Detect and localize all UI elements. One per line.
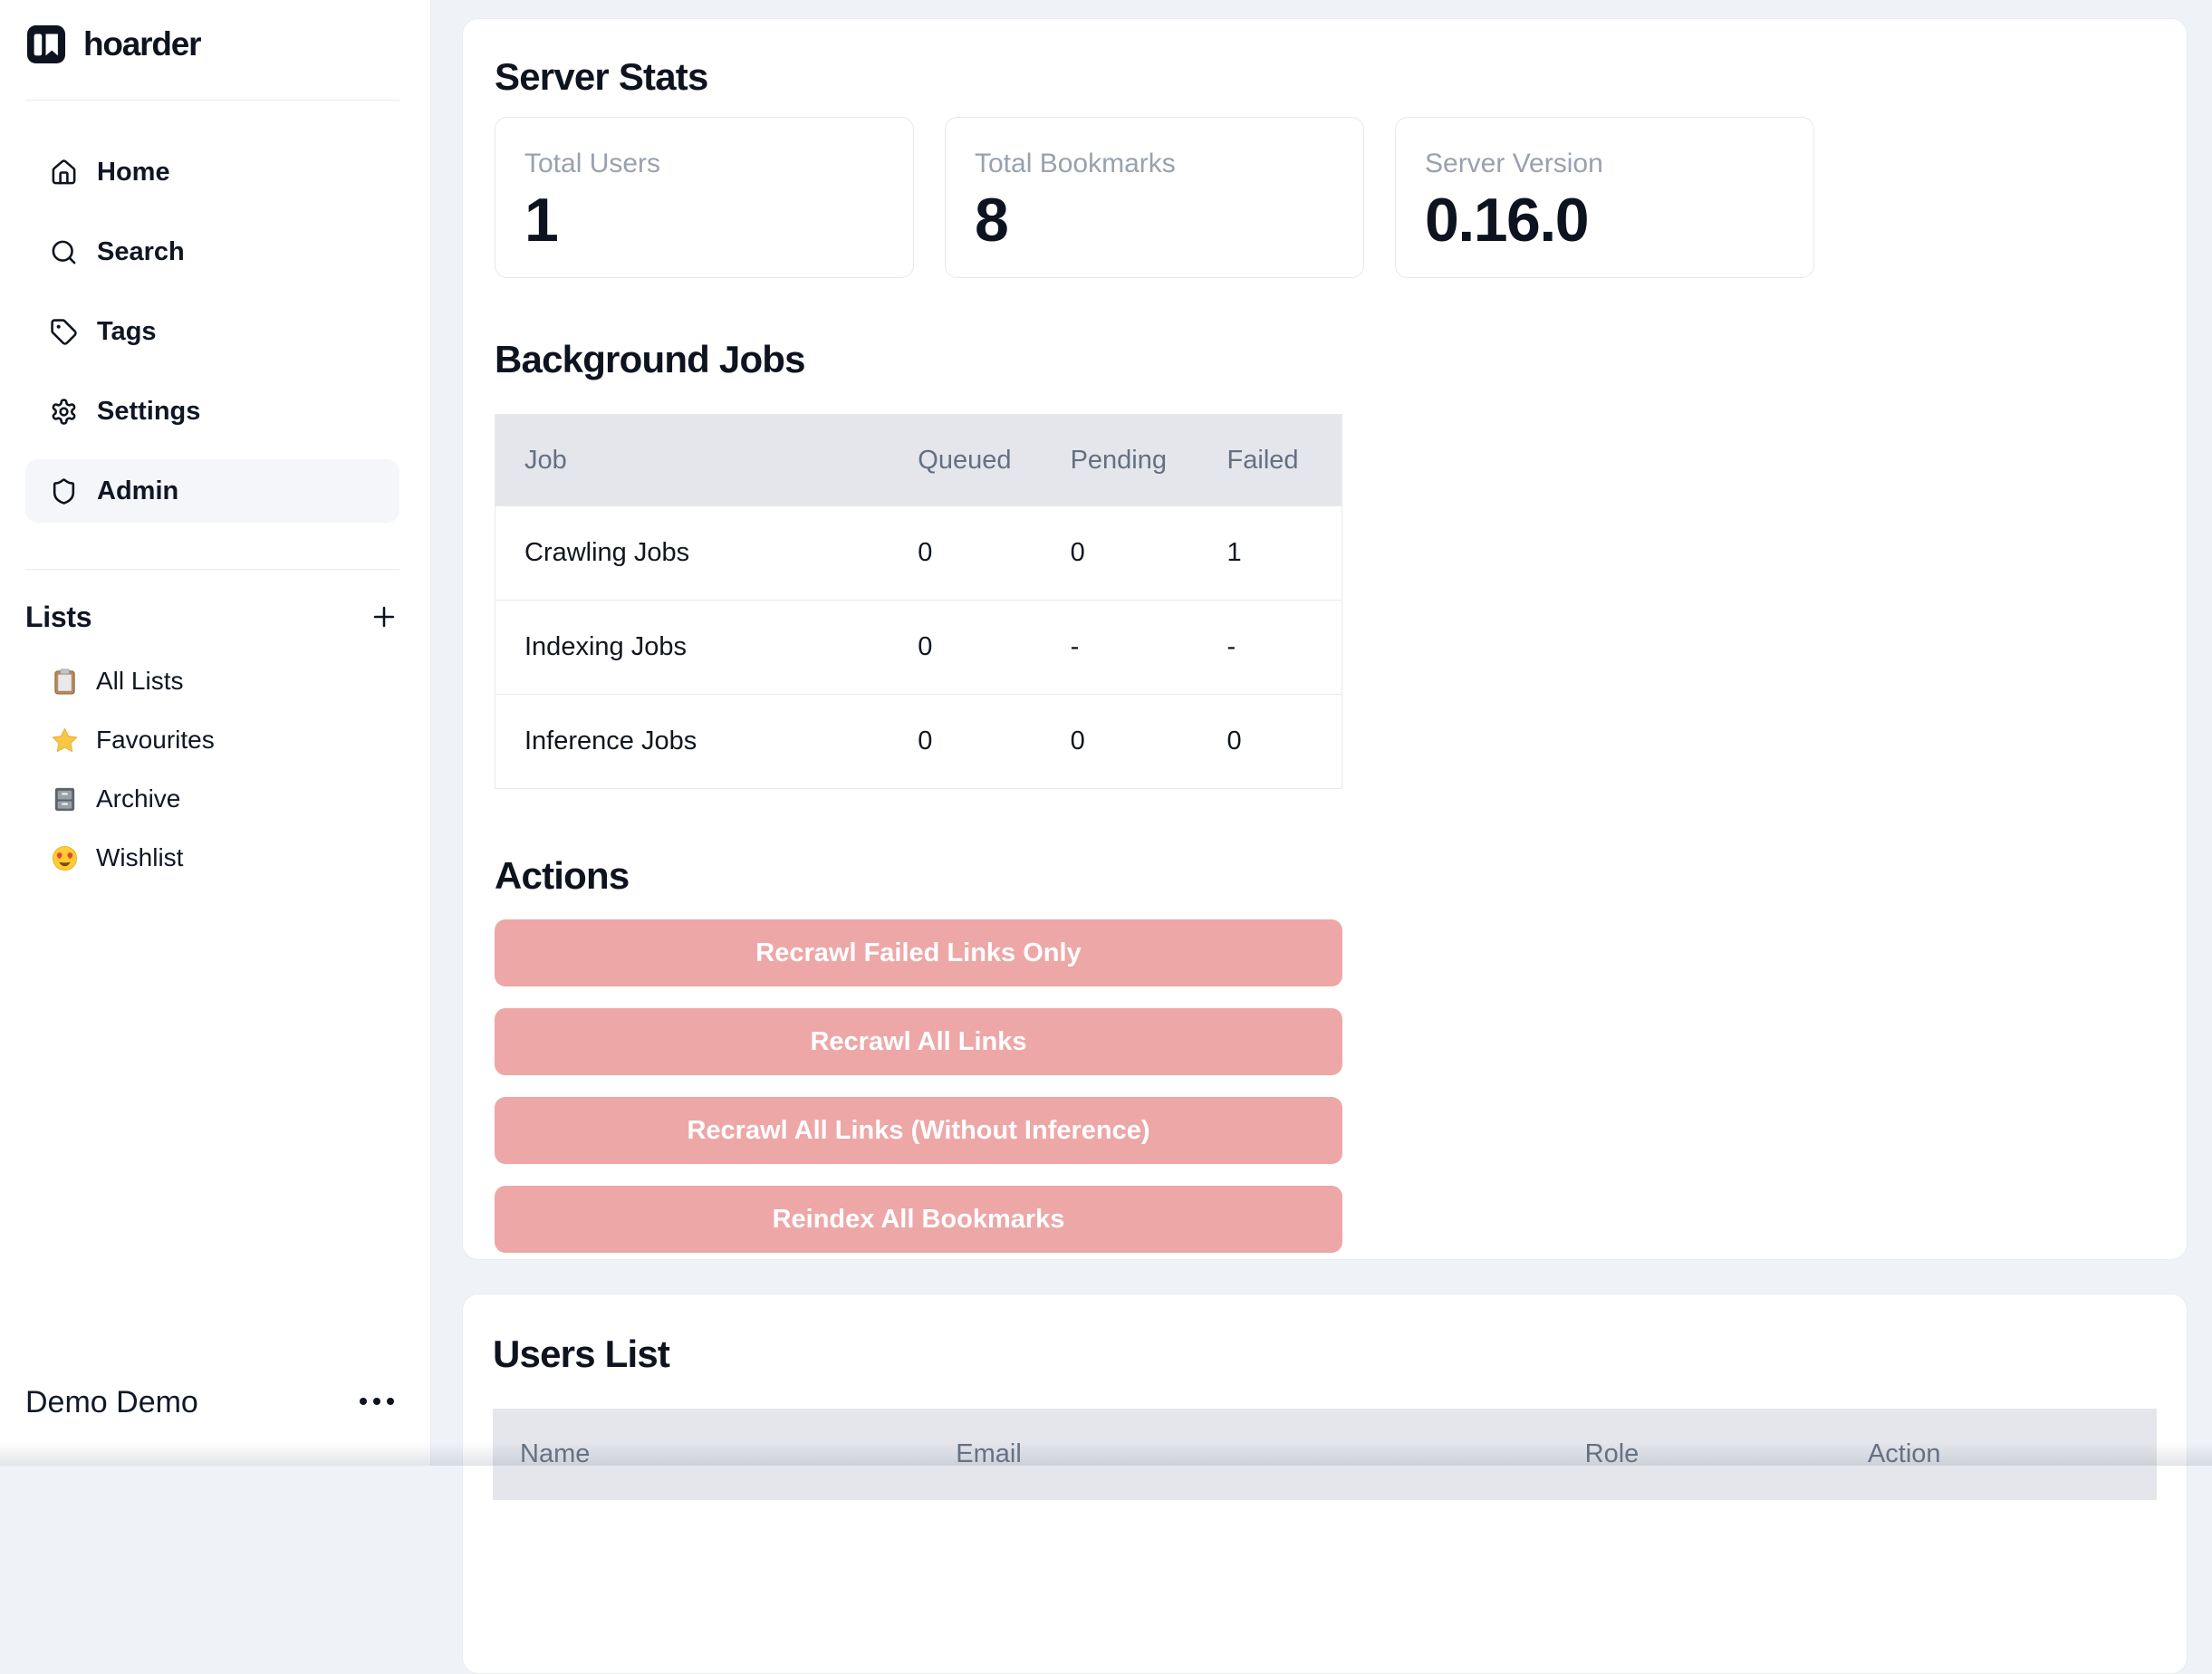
app-logo[interactable]: hoarder bbox=[27, 25, 399, 63]
sidebar-divider-top bbox=[25, 100, 399, 101]
user-menu-button[interactable] bbox=[354, 1396, 399, 1409]
failed-cell: 1 bbox=[1198, 506, 1342, 601]
queued-cell: 0 bbox=[889, 601, 1041, 695]
column-header-job: Job bbox=[495, 415, 890, 506]
pending-cell: 0 bbox=[1042, 695, 1198, 789]
list-item-archive[interactable]: Archive bbox=[25, 778, 399, 820]
recrawl-failed-links-button[interactable]: Recrawl Failed Links Only bbox=[495, 919, 1342, 986]
job-name-cell: Indexing Jobs bbox=[495, 601, 890, 695]
column-header-role: Role bbox=[1558, 1409, 1841, 1500]
server-stats-row: Total Users 1 Total Bookmarks 8 Server V… bbox=[495, 117, 2155, 278]
table-header-row: Job Queued Pending Failed bbox=[495, 415, 1342, 506]
recrawl-all-links-without-inference-button[interactable]: Recrawl All Links (Without Inference) bbox=[495, 1097, 1342, 1164]
recrawl-all-links-button[interactable]: Recrawl All Links bbox=[495, 1008, 1342, 1075]
stat-value: 1 bbox=[524, 185, 913, 255]
user-row: Demo Demo bbox=[25, 1381, 399, 1424]
list-item-label: All Lists bbox=[96, 667, 183, 696]
list-item-label: Archive bbox=[96, 784, 180, 813]
table-row: Crawling Jobs 0 0 1 bbox=[495, 506, 1342, 601]
stat-card-server-version: Server Version 0.16.0 bbox=[1395, 117, 1814, 278]
pending-cell: 0 bbox=[1042, 506, 1198, 601]
sidebar-item-admin[interactable]: Admin bbox=[25, 459, 399, 523]
lists-title: Lists bbox=[25, 601, 91, 634]
table-header-row: Name Email Role Action bbox=[493, 1409, 2157, 1500]
add-list-button[interactable] bbox=[369, 601, 399, 632]
column-header-pending: Pending bbox=[1042, 415, 1198, 506]
column-header-name: Name bbox=[493, 1409, 928, 1500]
sidebar-item-label: Admin bbox=[97, 476, 178, 506]
queued-cell: 0 bbox=[889, 506, 1041, 601]
column-header-failed: Failed bbox=[1198, 415, 1342, 506]
server-stats-title: Server Stats bbox=[495, 55, 2155, 99]
list-item-wishlist[interactable]: Wishlist bbox=[25, 837, 399, 879]
sidebar-item-search[interactable]: Search bbox=[25, 220, 399, 284]
users-list-card: Users List Name Email Role Action bbox=[462, 1294, 2188, 1674]
failed-cell: - bbox=[1198, 601, 1342, 695]
stat-label: Total Bookmarks bbox=[975, 149, 1363, 179]
stat-label: Server Version bbox=[1425, 149, 1813, 179]
sidebar-item-label: Settings bbox=[97, 397, 200, 427]
sidebar-item-tags[interactable]: Tags bbox=[25, 300, 399, 363]
sidebar-item-home[interactable]: Home bbox=[25, 140, 399, 204]
table-row: Inference Jobs 0 0 0 bbox=[495, 695, 1342, 789]
users-list-title: Users List bbox=[493, 1332, 2157, 1376]
stat-card-total-bookmarks: Total Bookmarks 8 bbox=[945, 117, 1364, 278]
list-item-label: Wishlist bbox=[96, 843, 183, 872]
failed-cell: 0 bbox=[1198, 695, 1342, 789]
column-header-queued: Queued bbox=[889, 415, 1041, 506]
main-content: Server Stats Total Users 1 Total Bookmar… bbox=[462, 18, 2188, 1674]
queued-cell: 0 bbox=[889, 695, 1041, 789]
lists-items: All Lists Favourites Archive bbox=[25, 660, 399, 879]
clipboard-emoji-icon bbox=[51, 668, 79, 696]
plus-icon bbox=[369, 601, 399, 632]
heart-eyes-emoji-icon bbox=[51, 844, 79, 872]
job-name-cell: Crawling Jobs bbox=[495, 506, 890, 601]
list-item-label: Favourites bbox=[96, 726, 215, 755]
sidebar-nav: Home Search Tags Settings bbox=[25, 140, 399, 523]
sidebar-item-label: Home bbox=[97, 158, 170, 188]
stat-value: 0.16.0 bbox=[1425, 185, 1813, 255]
job-name-cell: Inference Jobs bbox=[495, 695, 890, 789]
actions-title: Actions bbox=[495, 854, 2155, 898]
admin-panel-card: Server Stats Total Users 1 Total Bookmar… bbox=[462, 18, 2188, 1260]
list-item-favourites[interactable]: Favourites bbox=[25, 719, 399, 761]
hoarder-logo-icon bbox=[27, 25, 65, 63]
stat-label: Total Users bbox=[524, 149, 913, 179]
sidebar-divider-lists bbox=[25, 569, 399, 570]
list-item-all-lists[interactable]: All Lists bbox=[25, 660, 399, 702]
cabinet-emoji-icon bbox=[51, 785, 79, 813]
users-list-table: Name Email Role Action bbox=[493, 1409, 2157, 1500]
actions-stack: Recrawl Failed Links Only Recrawl All Li… bbox=[495, 919, 1342, 1253]
sidebar: hoarder Home Search Tags bbox=[0, 0, 431, 1466]
tag-icon bbox=[50, 318, 78, 346]
sidebar-item-label: Search bbox=[97, 237, 185, 267]
background-jobs-title: Background Jobs bbox=[495, 338, 2155, 381]
table-row: Indexing Jobs 0 - - bbox=[495, 601, 1342, 695]
app-title: hoarder bbox=[83, 25, 200, 63]
home-icon bbox=[50, 159, 78, 187]
stat-card-total-users: Total Users 1 bbox=[495, 117, 914, 278]
shield-icon bbox=[50, 477, 78, 505]
background-jobs-table: Job Queued Pending Failed Crawling Jobs … bbox=[495, 414, 1342, 789]
search-icon bbox=[50, 238, 78, 266]
stat-value: 8 bbox=[975, 185, 1363, 255]
column-header-email: Email bbox=[928, 1409, 1557, 1500]
sidebar-item-settings[interactable]: Settings bbox=[25, 380, 399, 443]
reindex-all-bookmarks-button[interactable]: Reindex All Bookmarks bbox=[495, 1186, 1342, 1253]
sidebar-item-label: Tags bbox=[97, 317, 157, 347]
user-name: Demo Demo bbox=[25, 1385, 198, 1420]
star-emoji-icon bbox=[51, 726, 79, 755]
gear-icon bbox=[50, 398, 78, 426]
pending-cell: - bbox=[1042, 601, 1198, 695]
lists-header: Lists bbox=[25, 597, 399, 637]
ellipsis-icon bbox=[358, 1396, 396, 1407]
column-header-action: Action bbox=[1841, 1409, 2157, 1500]
